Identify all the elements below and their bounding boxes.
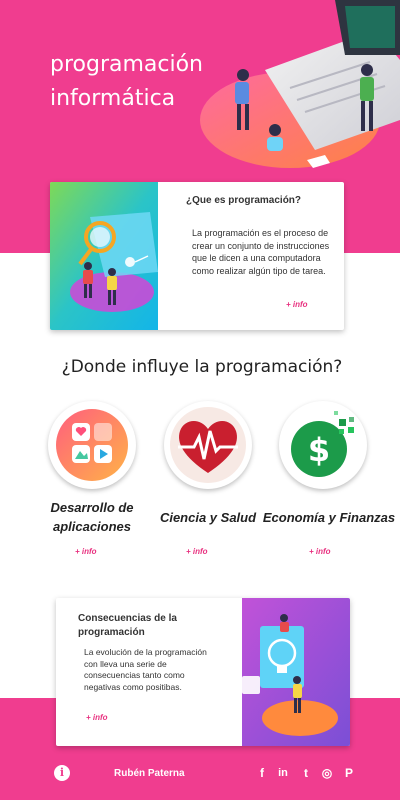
page-title-line2: informática bbox=[50, 86, 176, 111]
area-circle-finance[interactable]: $ bbox=[279, 401, 367, 489]
consequences-more-link[interactable]: + info bbox=[86, 713, 108, 722]
intro-more-link[interactable]: + info bbox=[286, 300, 308, 309]
area-finance-more-link[interactable]: + info bbox=[309, 547, 331, 556]
area-circle-apps[interactable] bbox=[48, 401, 136, 489]
apps-icon bbox=[56, 409, 128, 481]
intro-card: ¿Que es programación? La programación es… bbox=[50, 182, 344, 330]
page-title: programación informática bbox=[50, 48, 203, 116]
instagram-icon[interactable]: ◎ bbox=[319, 765, 335, 781]
consequences-title: Consecuencias de la programación bbox=[78, 613, 177, 638]
page-title-line1: programación bbox=[50, 52, 204, 77]
area-circle-health[interactable] bbox=[164, 401, 252, 489]
consequences-text: La evolución de la programación con llev… bbox=[84, 647, 207, 692]
author-name: Rubén Paterna bbox=[114, 768, 185, 779]
intro-illustration bbox=[50, 182, 158, 330]
area-label-apps-line1: Desarrollo de bbox=[50, 500, 134, 515]
pinterest-icon[interactable]: P bbox=[341, 765, 357, 781]
area-label-finance: Economía y Finanzas bbox=[262, 510, 396, 525]
intro-title: ¿Que es programación? bbox=[186, 195, 302, 206]
area-label-health: Ciencia y Salud bbox=[159, 510, 257, 525]
dollar-icon: $ bbox=[291, 411, 354, 477]
info-icon[interactable]: i bbox=[54, 765, 70, 781]
consequences-card: Consecuencias de la programación La evol… bbox=[56, 598, 350, 746]
area-label-apps: Desarrollo de aplicaciones bbox=[42, 498, 142, 536]
facebook-icon[interactable]: f bbox=[254, 765, 270, 781]
area-apps-more-link[interactable]: + info bbox=[75, 547, 97, 556]
consequences-illustration bbox=[242, 598, 350, 746]
linkedin-icon[interactable]: in bbox=[275, 765, 291, 781]
svg-text:$: $ bbox=[308, 431, 330, 469]
intro-text: La programación es el proceso de crear u… bbox=[192, 228, 330, 276]
area-health-more-link[interactable]: + info bbox=[186, 547, 208, 556]
twitter-icon[interactable]: t bbox=[298, 765, 314, 781]
heart-pulse-icon bbox=[170, 407, 246, 483]
area-label-apps-line2: aplicaciones bbox=[52, 519, 132, 534]
influence-title: ¿Donde influye la programación? bbox=[61, 357, 343, 377]
hero-illustration bbox=[200, 0, 400, 168]
